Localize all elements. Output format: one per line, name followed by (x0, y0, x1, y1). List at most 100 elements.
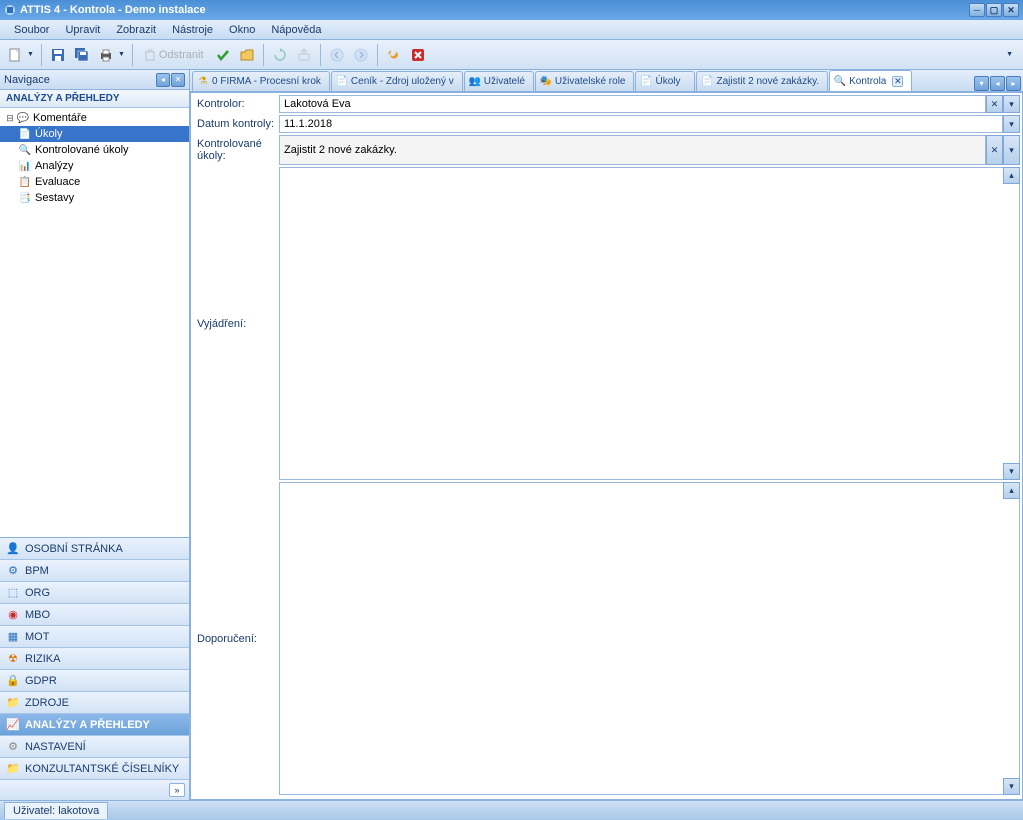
status-user[interactable]: Uživatel: lakotova (4, 802, 108, 819)
nav-section-zdroje[interactable]: 📁ZDROJE (0, 692, 189, 714)
tabstrip-list-button[interactable]: ▾ (974, 76, 989, 91)
new-dropdown[interactable]: ▼ (25, 46, 36, 63)
menu-nastroje[interactable]: Nástroje (164, 22, 221, 38)
tab-kontrola[interactable]: 🔍Kontrola✕ (829, 70, 912, 91)
nav-section-bpm[interactable]: ⚙BPM (0, 560, 189, 582)
tree-item-analyzy[interactable]: 📊 Analýzy (0, 158, 189, 174)
menu-okno[interactable]: Okno (221, 22, 263, 38)
delete-button[interactable]: Odstranit (138, 44, 210, 66)
risk-icon: ☢ (6, 652, 20, 666)
minimize-button[interactable]: ─ (969, 3, 985, 17)
menu-zobrazit[interactable]: Zobrazit (108, 22, 164, 38)
tree-item-evaluace[interactable]: 📋 Evaluace (0, 174, 189, 190)
textarea-doporuceni[interactable] (279, 482, 1020, 795)
nav-close-button[interactable]: ✕ (171, 73, 185, 87)
tab-uzivatele[interactable]: 👥Uživatelé (464, 71, 534, 91)
tab-cenik[interactable]: 📄Ceník - Zdroj uložený v (331, 71, 463, 91)
collapse-icon[interactable]: ⊟ (4, 113, 16, 124)
menu-soubor[interactable]: Soubor (6, 22, 57, 38)
tab-role[interactable]: 🎭Uživatelské role (535, 71, 635, 91)
nav-sections-configure[interactable]: » (169, 783, 185, 797)
textarea-vyjadreni[interactable] (279, 167, 1020, 480)
nav-section-label: NASTAVENÍ (25, 741, 86, 753)
nav-section-mbo[interactable]: ◉MBO (0, 604, 189, 626)
tab-label: Uživatelské role (555, 76, 626, 87)
tab-firma[interactable]: ⚗0 FIRMA - Procesní krok (192, 71, 330, 91)
tab-close-button[interactable]: ✕ (892, 76, 903, 87)
expand-vyjadreni-up[interactable]: ▴ (1003, 167, 1020, 184)
clear-kontrolor-button[interactable]: ✕ (986, 95, 1003, 113)
tabstrip-scroll-left[interactable]: ◂ (990, 76, 1005, 91)
task-icon: 📄 (701, 76, 713, 88)
label-kontrolor: Kontrolor: (193, 95, 279, 113)
nav-back-button[interactable] (326, 44, 348, 66)
tab-label: Zajistit 2 nové zakázky. (716, 76, 819, 87)
saveall-button[interactable] (71, 44, 93, 66)
tree-item-kontrolovane[interactable]: 🔍 Kontrolované úkoly (0, 142, 189, 158)
label-vyjadreni: Vyjádření: (193, 167, 279, 480)
lookup-kontrolor-button[interactable]: ▾ (1003, 95, 1020, 113)
tab-label: Úkoly (655, 76, 680, 87)
input-kontrolor[interactable] (279, 95, 986, 113)
undo-button[interactable] (383, 44, 405, 66)
export-button[interactable] (293, 44, 315, 66)
form-kontrola: Kontrolor: ✕ ▾ Datum kontroly: ▾ Kontrol… (190, 92, 1023, 800)
nav-section-osobni[interactable]: 👤OSOBNÍ STRÁNKA (0, 538, 189, 560)
nav-section-rizika[interactable]: ☢ RIZIKA (0, 648, 189, 670)
tree-toggle-root[interactable]: ⊟ 💬 Komentáře (0, 110, 189, 126)
input-ukoly[interactable] (279, 135, 986, 165)
task-icon: 📄 (18, 127, 32, 141)
expand-doporuceni-down[interactable]: ▾ (1003, 778, 1020, 795)
tabstrip: ⚗0 FIRMA - Procesní krok 📄Ceník - Zdroj … (190, 70, 1023, 92)
tab-ukoly[interactable]: 📄Úkoly (635, 71, 695, 91)
tab-zajistit[interactable]: 📄Zajistit 2 nové zakázky. (696, 71, 828, 91)
nav-section-gdpr[interactable]: 🔒GDPR (0, 670, 189, 692)
print-button[interactable] (95, 44, 117, 66)
stop-button[interactable] (407, 44, 429, 66)
nav-section-mot[interactable]: ▦MOT (0, 626, 189, 648)
titlebar: ATTIS 4 - Kontrola - Demo instalace ─ ▢ … (0, 0, 1023, 20)
right-panel: ⚗0 FIRMA - Procesní krok 📄Ceník - Zdroj … (190, 70, 1023, 800)
left-panel: Navigace ◂ ✕ ANALÝZY A PŘEHLEDY ⊟ 💬 Kome… (0, 70, 190, 800)
lookup-ukoly-button[interactable]: ▾ (1003, 135, 1020, 165)
nav-section-konzult[interactable]: 📁KONZULTANTSKÉ ČÍSELNÍKY (0, 758, 189, 780)
input-datum[interactable] (279, 115, 1003, 133)
tree-item-sestavy[interactable]: 📑 Sestavy (0, 190, 189, 206)
nav-section-label: MBO (25, 609, 50, 621)
toolbar: ▼ ▼ Odstranit ▼ (0, 40, 1023, 70)
nav-section-label: OSOBNÍ STRÁNKA (25, 543, 123, 555)
delete-label: Odstranit (159, 49, 204, 61)
expand-doporuceni-up[interactable]: ▴ (1003, 482, 1020, 499)
label-ukoly: Kontrolované úkoly: (193, 135, 279, 165)
bpm-icon: ⚙ (6, 564, 20, 578)
save-button[interactable] (47, 44, 69, 66)
chart-icon: 📊 (18, 159, 32, 173)
menu-napoveda[interactable]: Nápověda (263, 22, 329, 38)
nav-section-analyzy[interactable]: 📈ANALÝZY A PŘEHLEDY (0, 714, 189, 736)
refresh-button[interactable] (269, 44, 291, 66)
menubar: Soubor Upravit Zobrazit Nástroje Okno Ná… (0, 20, 1023, 40)
tree-item-label: Komentáře (33, 112, 87, 124)
menu-upravit[interactable]: Upravit (57, 22, 108, 38)
nav-section-org[interactable]: ⬚ORG (0, 582, 189, 604)
new-button[interactable] (4, 44, 26, 66)
nav-section-label: RIZIKA (25, 653, 60, 665)
tabstrip-scroll-right[interactable]: ▸ (1006, 76, 1021, 91)
print-dropdown[interactable]: ▼ (116, 46, 127, 63)
search-icon: 🔍 (834, 75, 846, 87)
toolbar-overflow[interactable]: ▼ (1000, 46, 1019, 63)
nav-forward-button[interactable] (350, 44, 372, 66)
datepicker-button[interactable]: ▾ (1003, 115, 1020, 133)
accept-button[interactable] (212, 44, 234, 66)
nav-pin-button[interactable]: ◂ (156, 73, 170, 87)
clear-ukoly-button[interactable]: ✕ (986, 135, 1003, 165)
tree-item-ukoly[interactable]: 📄 Úkoly (0, 126, 189, 142)
nav-sections-footer: » (0, 780, 189, 800)
close-button[interactable]: ✕ (1003, 3, 1019, 17)
maximize-button[interactable]: ▢ (986, 3, 1002, 17)
nav-header: Navigace ◂ ✕ (0, 70, 189, 90)
nav-section-nastaveni[interactable]: ⚙NASTAVENÍ (0, 736, 189, 758)
expand-vyjadreni-down[interactable]: ▾ (1003, 463, 1020, 480)
users-icon: 👥 (469, 76, 481, 88)
folder-button[interactable] (236, 44, 258, 66)
